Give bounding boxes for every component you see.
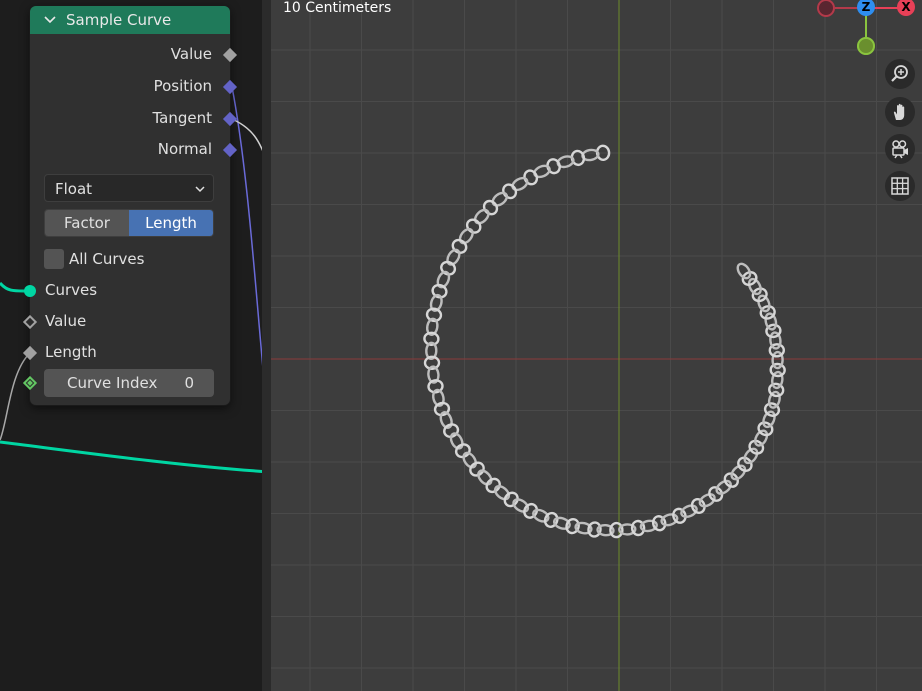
3d-viewport[interactable]: 10 Centimeters Z X [271, 0, 922, 691]
output-position-label: Position [153, 77, 212, 95]
chain-link [482, 199, 499, 216]
y-axis-ball[interactable] [857, 37, 875, 55]
chevron-down-icon [195, 186, 205, 193]
curve-index-label: Curve Index [67, 374, 158, 392]
hand-pan-icon [893, 103, 905, 120]
node-title: Sample Curve [66, 11, 172, 29]
all-curves-label: All Curves [69, 250, 145, 268]
chain-link [764, 312, 778, 331]
area-divider[interactable] [262, 0, 271, 691]
input-length-label: Length [45, 343, 97, 361]
output-tangent-label: Tangent [152, 109, 212, 127]
node-editor[interactable]: Sample Curve Value Position Tangent Norm… [0, 0, 270, 691]
zoom-button[interactable] [885, 59, 915, 89]
input-value-label: Value [45, 312, 87, 330]
chain-link [533, 164, 551, 179]
input-curves-label: Curves [45, 281, 98, 299]
zoom-icon [891, 65, 908, 82]
viewport-grid [271, 0, 922, 691]
data-type-value: Float [55, 180, 93, 198]
chevron-down-icon[interactable] [44, 14, 56, 26]
chain-link [469, 461, 485, 477]
chain-link [736, 262, 752, 280]
viewport-canvas [271, 0, 922, 691]
grid-icon [891, 177, 909, 195]
chain-link [462, 451, 478, 469]
chain-link [473, 208, 490, 225]
chain-link [757, 294, 771, 313]
chain-link [511, 176, 529, 192]
node-header[interactable]: Sample Curve [30, 6, 230, 34]
mode-factor-button[interactable]: Factor [45, 210, 129, 236]
blender-window: Sample Curve Value Position Tangent Norm… [0, 0, 922, 691]
output-normal-label: Normal [157, 140, 212, 158]
chain-link [491, 191, 509, 207]
input-curves-socket[interactable] [24, 285, 36, 297]
camera-icon [892, 140, 908, 159]
camera-view-button[interactable] [885, 134, 915, 164]
output-value-label: Value [170, 45, 212, 63]
data-type-dropdown[interactable]: Float [44, 174, 214, 202]
chain-link [587, 521, 602, 538]
curve-index-value: 0 [184, 374, 194, 392]
scale-label: 10 Centimeters [283, 0, 392, 16]
mode-length-button[interactable]: Length [129, 210, 213, 236]
chain-link [458, 227, 474, 245]
sample-curve-node[interactable]: Sample Curve Value Position Tangent Norm… [22, 6, 238, 405]
chain-link [762, 410, 776, 429]
chain-link [609, 521, 624, 539]
pan-button[interactable] [885, 97, 915, 127]
checkbox-box[interactable] [44, 249, 64, 269]
chain-link [477, 469, 493, 486]
grid-view-button[interactable] [885, 171, 915, 201]
curve-index-field[interactable]: Curve Index 0 [44, 369, 214, 397]
mode-toggle[interactable]: Factor Length [44, 209, 214, 237]
